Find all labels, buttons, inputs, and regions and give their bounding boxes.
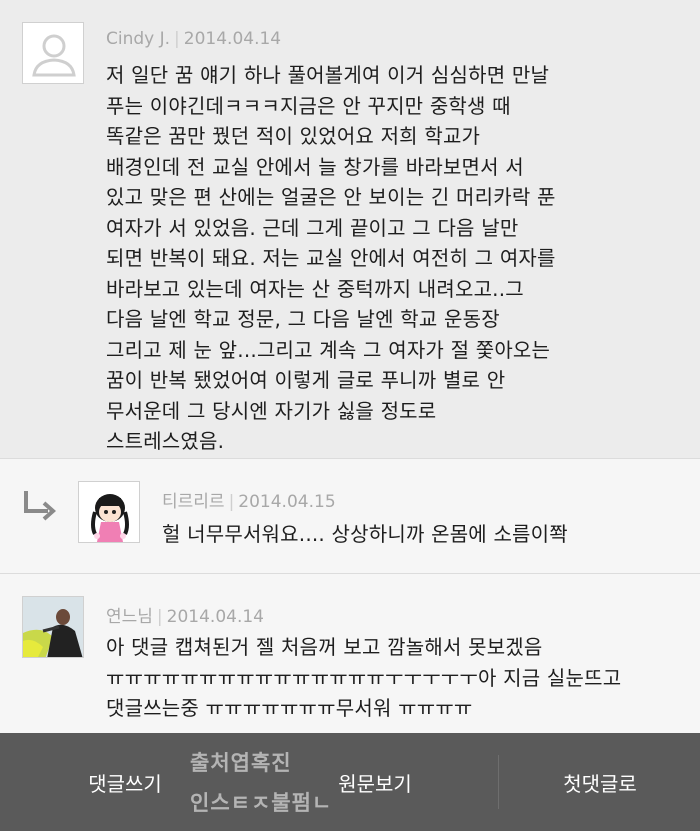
comment-author[interactable]: Cindy J. bbox=[106, 29, 170, 49]
comment-date: 2014.04.15 bbox=[238, 492, 336, 512]
first-comment-button[interactable]: 첫댓글로 bbox=[515, 733, 685, 831]
avatar[interactable] bbox=[22, 596, 84, 658]
meta-divider: | bbox=[174, 29, 180, 49]
reply-comment-item: 티르리르 | 2014.04.15 헐 너무무서워요.... 상상하니까 온몸에 소… bbox=[0, 458, 700, 573]
comment-text: 저 일단 꿈 얘기 하나 풀어볼게여 이거 심심하면 만날 푸는 이야긴데ㅋㅋㅋ… bbox=[106, 63, 556, 453]
bar-divider bbox=[498, 755, 499, 809]
avatar[interactable] bbox=[78, 481, 140, 543]
comment-meta: 연느님 | 2014.04.14 bbox=[106, 602, 264, 627]
default-user-icon bbox=[32, 34, 76, 77]
comment-author[interactable]: 티르리르 bbox=[162, 492, 225, 512]
comment-item: 연느님 | 2014.04.14 아 댓글 캡쳐된거 젤 처음꺼 보고 깜놀해서 못… bbox=[0, 573, 700, 733]
comment-item: Cindy J. | 2014.04.14 저 일단 꿈 얘기 하나 풀어볼게여 이… bbox=[0, 0, 700, 458]
bottom-action-bar: 댓글쓰기 원문보기 첫댓글로 출처엽혹진 인스ㅌㅈ불펌ㄴ bbox=[0, 733, 700, 831]
write-comment-button[interactable]: 댓글쓰기 bbox=[40, 733, 210, 831]
comment-date: 2014.04.14 bbox=[183, 29, 282, 49]
girl-character-avatar bbox=[79, 482, 139, 542]
comment-text: 헐 너무무서워요.... 상상하니까 온몸에 소름이쫙 bbox=[162, 522, 568, 546]
comment-date: 2014.04.14 bbox=[166, 607, 264, 627]
comment-meta: Cindy J. | 2014.04.14 bbox=[106, 29, 281, 49]
reply-arrow-icon bbox=[24, 491, 57, 521]
comment-text: 아 댓글 캡쳐된거 젤 처음꺼 보고 깜놀해서 못보겠음 ㅠㅠㅠㅠㅠㅠㅠㅠㅠㅠㅠ… bbox=[106, 635, 622, 720]
meta-divider: | bbox=[156, 607, 163, 627]
meta-divider: | bbox=[228, 492, 235, 512]
avatar[interactable] bbox=[22, 22, 84, 84]
comment-author[interactable]: 연느님 bbox=[106, 607, 153, 627]
photo-avatar bbox=[23, 597, 83, 657]
comment-meta: 티르리르 | 2014.04.15 bbox=[162, 487, 336, 512]
watermark-text: 출처엽혹진 인스ㅌㅈ불펌ㄴ bbox=[190, 751, 333, 815]
